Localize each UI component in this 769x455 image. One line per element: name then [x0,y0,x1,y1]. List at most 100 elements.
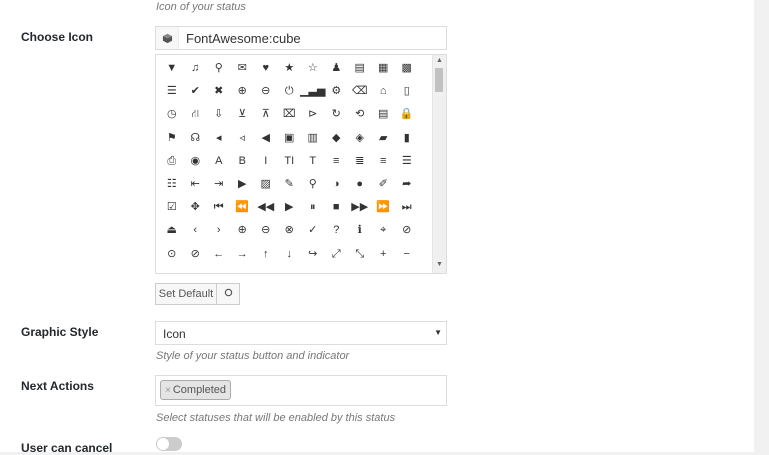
text-width-icon[interactable]: T [301,150,325,173]
page-scrollbar[interactable] [754,0,769,452]
check-circle-outline-icon[interactable]: ⊙ [160,243,184,266]
play-circle-icon[interactable]: ⊳ [301,103,325,126]
filter-icon[interactable]: ▼ [160,57,184,80]
download-icon[interactable]: ⇩ [207,103,231,126]
graphic-style-select[interactable]: Icon ▼ [155,321,447,345]
map-marker-icon[interactable]: ⚲ [301,173,325,196]
forward-icon[interactable]: ▶▶ [348,196,372,219]
signal-icon[interactable]: ▁▃▅ [300,80,325,103]
remove-tag-icon[interactable]: × [165,385,171,396]
star-outline-icon[interactable]: ☆ [301,57,325,80]
home-icon[interactable]: ⌂ [372,80,396,103]
icon-grid-scrollbar[interactable]: ▲ ▼ [432,55,446,273]
arrow-circle-down-icon[interactable]: ⊻ [231,103,255,126]
play-icon[interactable]: ▶ [278,196,302,219]
arrow-circle-up-icon[interactable]: ⊼ [254,103,278,126]
bookmark-icon[interactable]: ▮ [395,127,419,150]
search-plus-icon[interactable]: ⊕ [231,80,255,103]
arrow-down-icon[interactable]: ↓ [278,243,302,266]
times-icon[interactable]: ✖ [207,80,231,103]
envelope-icon[interactable]: ✉ [231,57,255,80]
italic-icon[interactable]: I [254,150,278,173]
print-icon[interactable]: ⎙ [160,150,184,173]
trash-icon[interactable]: ⌫ [348,80,372,103]
info-circle-icon[interactable]: ℹ [348,219,372,242]
bold-icon[interactable]: B [231,150,255,173]
mail-forward-icon[interactable]: ↪ [301,243,325,266]
cog-icon[interactable]: ⚙ [325,80,349,103]
qrcode-icon[interactable]: ▣ [278,127,302,150]
search-minus-icon[interactable]: ⊖ [254,80,278,103]
icon-field[interactable]: FontAwesome:cube [155,26,447,50]
star-icon[interactable]: ★ [278,57,302,80]
adjust-icon[interactable]: ◑ [325,173,349,196]
align-left-icon[interactable]: ≡ [325,150,349,173]
outdent-icon[interactable]: ⇤ [184,173,208,196]
file-icon[interactable]: ▯ [395,80,419,103]
volume-up-icon[interactable]: ◀ [254,127,278,150]
minus-icon[interactable]: − [395,243,419,266]
times-circle-outline-icon[interactable]: ⊘ [395,219,419,242]
film-icon[interactable]: ▤ [348,57,372,80]
check-circle-icon[interactable]: ✓ [301,219,325,242]
plus-circle-icon[interactable]: ⊕ [231,219,255,242]
chevron-right-icon[interactable]: › [207,219,231,242]
chevron-left-icon[interactable]: ‹ [184,219,208,242]
tags-icon[interactable]: ◈ [348,127,372,150]
tag-completed[interactable]: × Completed [160,380,232,400]
clock-icon[interactable]: ◷ [160,103,184,126]
flag-icon[interactable]: ⚑ [160,127,184,150]
th-list-icon[interactable]: ☰ [160,80,184,103]
pencil-icon[interactable]: ✎ [278,173,302,196]
volume-off-icon[interactable]: ◂ [207,127,231,150]
arrow-up-icon[interactable]: ↑ [254,243,278,266]
check-square-icon[interactable]: ☑ [160,196,184,219]
pause-icon[interactable]: ⏸ [301,196,325,219]
arrow-left-icon[interactable]: ← [207,243,231,266]
arrow-right-icon[interactable]: → [231,243,255,266]
crosshairs-icon[interactable]: ⌖ [372,219,396,242]
music-icon[interactable]: ♫ [184,57,208,80]
check-icon[interactable]: ✔ [184,80,208,103]
share-icon[interactable]: ➦ [395,173,419,196]
expand-icon[interactable]: ⤢ [325,243,349,266]
inbox-icon[interactable]: ⌧ [278,103,302,126]
scroll-down-arrow-icon[interactable]: ▼ [436,261,443,268]
camera-icon[interactable]: ◉ [184,150,208,173]
user-icon[interactable]: ♟ [325,57,349,80]
step-forward-icon[interactable]: ⏭ [395,196,419,219]
picture-icon[interactable]: ▨ [254,173,278,196]
step-backward-icon[interactable]: ⏮ [207,196,231,219]
eject-icon[interactable]: ⏏ [160,219,184,242]
scroll-up-arrow-icon[interactable]: ▲ [436,57,443,64]
tag-icon[interactable]: ◆ [325,127,349,150]
refresh-icon[interactable]: ⟲ [348,103,372,126]
next-actions-field[interactable]: × Completed [155,375,447,406]
road-icon[interactable]: ⛙ [184,103,208,126]
search-icon[interactable]: ⚲ [207,57,231,80]
font-icon[interactable]: A [207,150,231,173]
fast-forward-icon[interactable]: ⏩ [372,196,396,219]
set-default-button[interactable]: Set Default [155,283,217,305]
compress-icon[interactable]: ⤡ [348,243,372,266]
volume-down-icon[interactable]: ◃ [231,127,255,150]
list-alt-icon[interactable]: ▤ [372,103,396,126]
stop-icon[interactable]: ■ [325,196,349,219]
th-icon[interactable]: ▩ [395,57,419,80]
indent-icon[interactable]: ⇥ [207,173,231,196]
text-height-icon[interactable]: TI [278,150,302,173]
question-circle-icon[interactable]: ? [325,219,349,242]
edit-icon[interactable]: ✐ [372,173,396,196]
barcode-icon[interactable]: ▥ [301,127,325,150]
video-icon[interactable]: ▶ [231,173,255,196]
headphones-icon[interactable]: ☊ [184,127,208,150]
plus-icon[interactable]: + [372,243,396,266]
align-center-icon[interactable]: ≣ [348,150,372,173]
clear-icon-button[interactable] [216,283,240,305]
align-right-icon[interactable]: ≡ [372,150,396,173]
book-icon[interactable]: ▰ [372,127,396,150]
minus-circle-icon[interactable]: ⊖ [254,219,278,242]
icon-grid-scroll-thumb[interactable] [435,68,443,92]
lock-icon[interactable]: 🔒 [395,103,419,126]
list-icon[interactable]: ☷ [160,173,184,196]
